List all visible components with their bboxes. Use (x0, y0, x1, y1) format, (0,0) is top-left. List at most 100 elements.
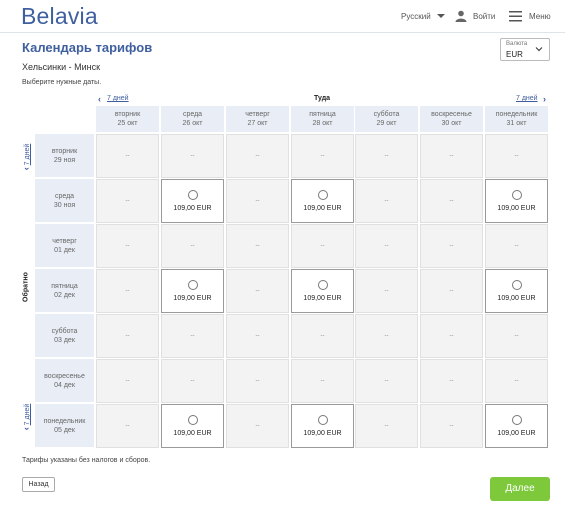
back-button[interactable]: Назад (22, 477, 55, 492)
no-fare-text: -- (190, 333, 195, 339)
outbound-date-header: вторник 25 окт (96, 106, 159, 132)
empty-fare-cell: -- (485, 224, 548, 268)
user-icon[interactable] (455, 10, 467, 22)
next-week-return-label: 7 дней (24, 403, 31, 426)
weekday-label: среда (182, 111, 203, 118)
fare-radio[interactable] (188, 280, 198, 290)
return-date-header: воскресенье 04 дек (35, 359, 94, 402)
fare-price: 109,00 EUR (303, 295, 342, 302)
return-label: Обратно (22, 272, 30, 302)
empty-fare-cell: -- (355, 314, 418, 358)
return-date-header: среда 30 ноя (35, 179, 94, 222)
language-selector[interactable]: Русский (401, 12, 431, 21)
empty-fare-cell: -- (226, 179, 289, 223)
date-label: 02 дек (54, 291, 75, 299)
return-date-header: пятница 02 дек (35, 269, 94, 312)
fare-radio[interactable] (188, 415, 198, 425)
outbound-date-header: четверг 27 окт (226, 106, 289, 132)
fare-radio[interactable] (318, 415, 328, 425)
login-link[interactable]: Войти (473, 12, 495, 21)
fare-radio[interactable] (512, 280, 522, 290)
fare-radio[interactable] (188, 190, 198, 200)
empty-fare-cell: -- (355, 224, 418, 268)
route-text: Хельсинки - Минск (22, 62, 101, 72)
no-fare-text: -- (190, 378, 195, 384)
no-fare-text: -- (125, 423, 130, 429)
no-fare-text: -- (514, 333, 519, 339)
fare-price: 109,00 EUR (303, 205, 342, 212)
date-label: 30 окт (441, 120, 462, 127)
empty-fare-cell: -- (161, 224, 224, 268)
no-fare-text: -- (449, 423, 454, 429)
fare-radio[interactable] (512, 190, 522, 200)
no-fare-text: -- (449, 198, 454, 204)
weekday-label: среда (54, 192, 75, 200)
hamburger-menu-icon[interactable] (509, 11, 522, 22)
no-fare-text: -- (255, 423, 260, 429)
outbound-date-header: среда 26 окт (161, 106, 224, 132)
fare-cell[interactable]: 109,00 EUR (485, 179, 548, 223)
fare-price: 109,00 EUR (173, 295, 212, 302)
empty-fare-cell: -- (226, 359, 289, 403)
empty-fare-cell: -- (420, 224, 483, 268)
no-fare-text: -- (125, 153, 130, 159)
next-week-outbound-link[interactable]: 7 дней (516, 95, 538, 102)
fare-cell[interactable]: 109,00 EUR (291, 404, 354, 448)
fare-radio[interactable] (318, 190, 328, 200)
fare-radio[interactable] (512, 415, 522, 425)
no-fare-text: -- (449, 288, 454, 294)
empty-fare-cell: -- (291, 134, 354, 178)
taxes-footnote: Тарифы указаны без налогов и сборов. (22, 457, 151, 464)
empty-fare-cell: -- (226, 134, 289, 178)
prev-week-outbound-link[interactable]: 7 дней (107, 95, 129, 102)
currency-select[interactable]: Валюта EUR (500, 38, 550, 61)
prev-week-return-link[interactable]: ‹ 7 дней (20, 138, 32, 176)
empty-fare-cell: -- (355, 134, 418, 178)
belavia-logo[interactable]: Belavia (21, 3, 98, 30)
empty-fare-cell: -- (226, 314, 289, 358)
no-fare-text: -- (320, 378, 325, 384)
empty-fare-cell: -- (96, 134, 159, 178)
fare-cell[interactable]: 109,00 EUR (485, 404, 548, 448)
return-label-container: Обратно (21, 262, 31, 312)
date-label: 03 дек (54, 336, 75, 344)
next-week-return-link[interactable]: ‹ 7 дней (20, 398, 32, 436)
chevron-left-icon[interactable]: ‹ (98, 94, 101, 104)
no-fare-text: -- (320, 333, 325, 339)
no-fare-text: -- (384, 288, 389, 294)
fare-cell[interactable]: 109,00 EUR (161, 404, 224, 448)
fare-cell[interactable]: 109,00 EUR (291, 179, 354, 223)
fare-cell[interactable]: 109,00 EUR (485, 269, 548, 313)
fare-cell[interactable]: 109,00 EUR (161, 179, 224, 223)
currency-label: Валюта (506, 41, 528, 47)
empty-fare-cell: -- (420, 269, 483, 313)
empty-fare-cell: -- (420, 314, 483, 358)
menu-link[interactable]: Меню (529, 12, 551, 21)
fare-cell[interactable]: 109,00 EUR (291, 269, 354, 313)
page-title: Календарь тарифов (22, 40, 153, 55)
empty-fare-cell: -- (226, 404, 289, 448)
empty-fare-cell: -- (161, 134, 224, 178)
date-label: 29 ноя (53, 156, 76, 164)
empty-fare-cell: -- (420, 179, 483, 223)
empty-fare-cell: -- (291, 359, 354, 403)
outbound-date-header: пятница 28 окт (291, 106, 354, 132)
no-fare-text: -- (190, 153, 195, 159)
date-label: 28 окт (312, 120, 333, 127)
empty-fare-cell: -- (96, 359, 159, 403)
weekday-label: четверг (52, 237, 77, 245)
chevron-down-icon: ‹ (21, 427, 31, 431)
next-button[interactable]: Далее (490, 477, 550, 501)
empty-fare-cell: -- (355, 359, 418, 403)
prev-week-return-label: 7 дней (24, 143, 31, 166)
empty-fare-cell: -- (355, 179, 418, 223)
no-fare-text: -- (255, 198, 260, 204)
fare-cell[interactable]: 109,00 EUR (161, 269, 224, 313)
no-fare-text: -- (125, 333, 130, 339)
chevron-down-icon[interactable] (437, 14, 445, 18)
fare-price: 109,00 EUR (173, 205, 212, 212)
fare-radio[interactable] (318, 280, 328, 290)
chevron-right-icon[interactable]: › (543, 94, 546, 104)
no-fare-text: -- (320, 153, 325, 159)
no-fare-text: -- (384, 423, 389, 429)
